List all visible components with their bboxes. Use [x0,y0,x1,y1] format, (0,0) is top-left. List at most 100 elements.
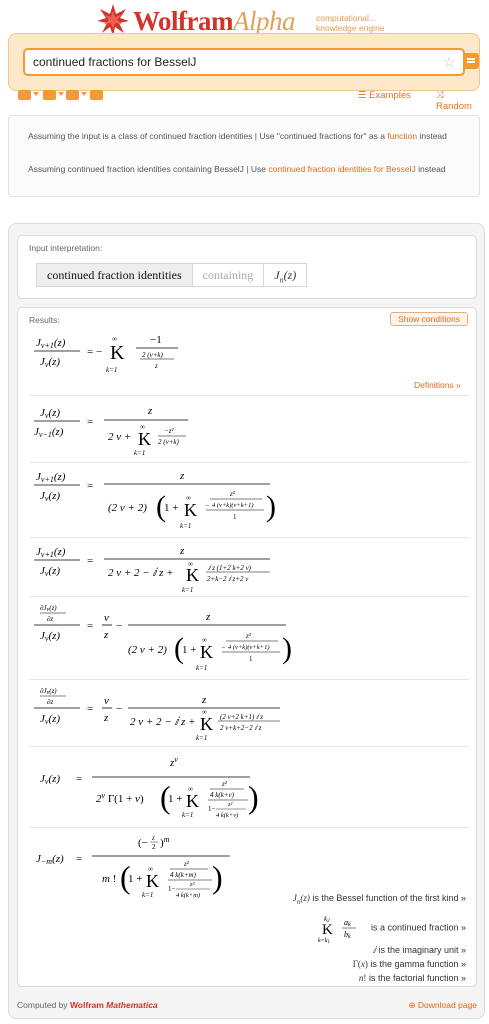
besselj-identities-link[interactable]: continued fraction identities for Bessel… [268,164,415,174]
svg-text:Jν(z): Jν(z) [40,773,60,786]
random-link[interactable]: ⤨ Random [436,90,478,112]
svg-text:4 k(k+ν): 4 k(k+ν) [216,812,238,819]
svg-text:∞: ∞ [148,865,153,873]
results-panel: Input interpretation: continued fraction… [8,223,485,1019]
svg-text:4 (ν+k)(ν+k+1): 4 (ν+k)(ν+k+1) [228,644,269,651]
logo-alpha: Alpha [232,6,296,36]
tagline-line-2: knowledge engine [316,23,385,33]
svg-text:4 k(k+ν): 4 k(k+ν) [210,791,235,799]
svg-text:1−: 1− [208,805,216,813]
svg-text:2 ν + 2 − ⅈ z +: 2 ν + 2 − ⅈ z + [108,567,174,579]
svg-text:): ) [266,490,276,523]
svg-text:(2 ν+2 k+1) ⅈ z: (2 ν+2 k+1) ⅈ z [220,713,263,721]
computed-by[interactable]: Computed by Wolfram Mathematica [17,1000,158,1010]
chevron-down-icon[interactable] [58,92,64,96]
divider [29,596,469,597]
favorite-star-icon[interactable]: ☆ [443,54,456,71]
search-input[interactable] [33,55,413,69]
svg-text:∞: ∞ [140,423,145,431]
svg-text:K: K [146,871,159,891]
footnote-text: is the Bessel function of the first kind… [312,893,466,903]
svg-text:K: K [322,922,333,938]
assumption-1-text: Assuming the input is a class of continu… [28,131,385,141]
formula-5: ∂Jν(z) ∂z Jν(z) = ν z − z (2 ν + 2) ( 1 … [34,604,292,672]
svg-text:z: z [103,629,109,641]
svg-text:−: − [116,703,122,715]
svg-text:2 ν + 2 − ⅈ z +: 2 ν + 2 − ⅈ z + [130,716,196,728]
svg-text:2ν Γ(1 + ν): 2ν Γ(1 + ν) [96,791,144,805]
divider [29,537,469,538]
assumption-1-tail: instead [419,131,447,141]
divider [29,679,469,680]
svg-text:ν: ν [104,695,109,707]
svg-text:2 ν+k+2−2 ⅈ z: 2 ν+k+2−2 ⅈ z [220,724,262,732]
extended-keyboard-icon[interactable] [66,90,79,100]
svg-text:Jν+1(z): Jν+1(z) [36,471,66,484]
svg-text:ak: ak [344,918,351,928]
svg-text:z²: z² [189,881,196,888]
svg-text:Jν+1(z): Jν+1(z) [36,546,66,559]
svg-text:K: K [186,565,199,585]
svg-text:2 (ν+k): 2 (ν+k) [158,438,180,446]
download-label: Download page [417,1000,477,1010]
svg-text:−: − [205,502,210,510]
footnote-gamma[interactable]: Γ(x) is the gamma function » [126,957,466,971]
interp-cell: containing [193,264,265,286]
upload-icon[interactable] [90,90,103,100]
svg-text:−: − [221,644,226,652]
footnote-continued-fraction[interactable]: k2 K k=k1 ak bk is a continued fraction … [126,913,466,945]
svg-text:J−m(z): J−m(z) [36,853,64,866]
svg-text:=: = [76,773,82,785]
keyboard-icon[interactable] [18,90,31,100]
svg-text:z: z [201,694,207,706]
svg-text:z: z [103,712,109,724]
svg-text:∞: ∞ [188,560,193,568]
chevron-down-icon[interactable] [81,92,87,96]
function-link[interactable]: function [387,131,417,141]
svg-text:z: z [179,470,185,482]
search-submit-button[interactable] [463,53,479,69]
interp-cell: continued fraction identities [37,264,193,286]
footnote-text: is the gamma function » [370,958,466,969]
svg-text:1: 1 [249,655,253,663]
svg-text:K: K [186,791,199,811]
show-conditions-button[interactable]: Show conditions [390,312,468,326]
footnote-imaginary[interactable]: ⅈ is the imaginary unit » [126,943,466,957]
svg-text:=: = [87,480,93,492]
wolfram-star-logo-icon[interactable] [96,3,130,37]
svg-text:): ) [212,859,223,895]
svg-text:K: K [138,429,151,449]
svg-text:= −: = − [87,346,102,358]
definitions-link[interactable]: Definitions » [414,380,461,390]
svg-text:z: z [151,834,155,842]
interp-cell: Jn(z) [274,268,297,285]
svg-text:k=1: k=1 [196,734,207,742]
svg-text:1 +: 1 + [164,502,178,514]
footnote-bessel[interactable]: Jn(z) is the Bessel function of the firs… [126,891,466,909]
svg-text:z: z [205,611,211,623]
svg-text:2 ν +: 2 ν + [108,431,131,443]
svg-text:k=1: k=1 [134,449,145,457]
svg-text:z: z [147,405,153,417]
svg-text:bk: bk [344,930,351,940]
svg-text:∂Jν(z): ∂Jν(z) [40,687,57,696]
footnote-factorial[interactable]: n! is the factorial function » [126,971,466,985]
examples-link[interactable]: ☰ Examples [358,90,411,101]
mathematica-brand: Mathematica [106,1000,158,1010]
chevron-down-icon[interactable] [33,92,39,96]
svg-text:k=1: k=1 [106,366,117,374]
svg-text:∞: ∞ [188,785,193,793]
svg-text:∞: ∞ [186,494,191,502]
svg-text:=: = [87,703,93,715]
svg-text:−1: −1 [150,334,162,346]
svg-text:=: = [76,853,82,865]
svg-text:K: K [200,714,213,734]
download-page-link[interactable]: ⊕ Download page [408,1000,477,1011]
svg-text:1 +: 1 + [168,793,182,805]
svg-text:K: K [110,342,125,364]
pod-title: Results: [29,315,60,325]
svg-text:m !: m ! [102,873,116,885]
camera-icon[interactable] [43,90,56,100]
svg-text:1: 1 [233,513,237,521]
svg-text:k=1: k=1 [182,811,193,819]
